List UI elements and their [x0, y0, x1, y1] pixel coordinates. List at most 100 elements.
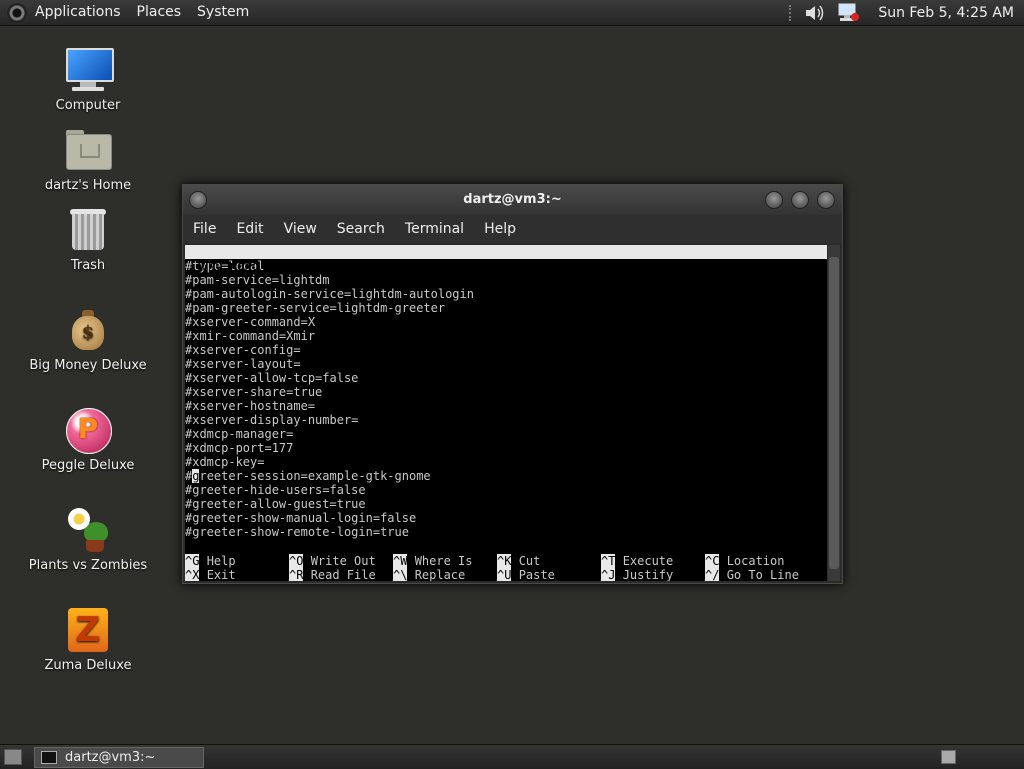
desktop-icon-home[interactable]: dartz's Home	[28, 126, 148, 193]
plants-vs-zombies-icon	[64, 506, 112, 554]
terminal-menubar: File Edit View Search Terminal Help	[183, 215, 842, 243]
close-button[interactable]	[817, 191, 835, 209]
config-line[interactable]: #greeter-show-manual-login=false	[185, 511, 827, 525]
shortcut-label: Help	[206, 554, 236, 568]
terminal-scrollbar[interactable]	[828, 245, 840, 581]
nano-filename: /etc/lightdm/lightdm.conf	[418, 273, 599, 287]
shortcut-key: ^K	[497, 554, 512, 568]
menu-search[interactable]: Search	[327, 221, 395, 237]
config-line[interactable]: #xserver-hostname=	[185, 399, 827, 413]
top-panel-tray: Sun Feb 5, 4:25 AM	[789, 2, 1024, 24]
desktop-icon-plants-vs-zombies[interactable]: Plants vs Zombies	[28, 506, 148, 573]
nano-editor-body[interactable]: #type=local#pam-service=lightdm#pam-auto…	[185, 259, 827, 539]
config-line[interactable]: #xserver-config=	[185, 343, 827, 357]
shortcut-label: Justify	[622, 568, 674, 581]
shortcut-item: ^K Cut	[497, 554, 540, 568]
shortcut-row: ^G Help ^O Write Out ^W Where Is ^K Cut ^T E…	[185, 554, 827, 568]
panel-separator	[789, 4, 794, 21]
nano-version: GNU nano 7.2	[201, 259, 288, 273]
shortcut-item: ^T Execute	[601, 554, 673, 568]
menu-file[interactable]: File	[183, 221, 226, 237]
shortcut-item: ^G Help	[185, 554, 236, 568]
shortcut-label: Paste	[518, 568, 555, 581]
desktop-icon-peggle-deluxe[interactable]: P Peggle Deluxe	[28, 406, 148, 473]
desktop-icon-label: dartz's Home	[44, 178, 132, 193]
scrollbar-thumb[interactable]	[829, 257, 839, 569]
shortcut-label: Exit	[206, 568, 236, 581]
taskbar-button-label: dartz@vm3:~	[65, 750, 156, 765]
menu-terminal[interactable]: Terminal	[395, 221, 474, 237]
shortcut-item: ^X Exit	[185, 568, 236, 581]
menu-help[interactable]: Help	[474, 221, 526, 237]
shortcut-key: ^T	[601, 554, 616, 568]
peggle-icon: P	[64, 406, 112, 454]
config-line[interactable]: #xserver-display-number=	[185, 413, 827, 427]
shortcut-key: ^/	[705, 568, 720, 581]
terminal-window[interactable]: dartz@vm3:~ File Edit View Search Termin…	[182, 184, 843, 584]
config-line[interactable]: #xserver-allow-tcp=false	[185, 371, 827, 385]
config-line[interactable]: #greeter-session=example-gtk-gnome	[185, 469, 827, 483]
taskbar-terminal-button[interactable]: dartz@vm3:~	[34, 747, 204, 768]
window-menu-button[interactable]	[189, 191, 207, 209]
desktop-icon-label: Computer	[55, 98, 121, 113]
terminal-titlebar[interactable]: dartz@vm3:~	[183, 185, 842, 215]
menu-applications[interactable]: Applications	[27, 0, 129, 25]
shortcut-key: ^W	[393, 554, 408, 568]
clock[interactable]: Sun Feb 5, 4:25 AM	[878, 5, 1014, 21]
menu-system[interactable]: System	[189, 0, 257, 25]
shortcut-item: ^O Write Out	[289, 554, 376, 568]
shortcut-label: Cut	[518, 554, 541, 568]
nano-shortcut-bar: ^G Help ^O Write Out ^W Where Is ^K Cut ^T E…	[185, 554, 827, 581]
network-icon[interactable]	[836, 2, 860, 24]
config-line[interactable]: #xserver-command=X	[185, 315, 827, 329]
desktop-icon-label: Trash	[70, 258, 106, 273]
computer-icon	[64, 46, 114, 94]
config-line[interactable]: #greeter-allow-guest=true	[185, 497, 827, 511]
show-desktop-icon[interactable]	[4, 749, 22, 765]
config-line[interactable]: #xserver-layout=	[185, 357, 827, 371]
shortcut-label: Go To Line	[726, 568, 799, 581]
desktop-icon-trash[interactable]: Trash	[28, 206, 148, 273]
config-line[interactable]: #xdmcp-port=177	[185, 441, 827, 455]
shortcut-key: ^C	[705, 554, 720, 568]
desktop-icon-zuma-deluxe[interactable]: Z Zuma Deluxe	[28, 606, 148, 673]
config-line[interactable]: #xdmcp-key=	[185, 455, 827, 469]
menu-edit[interactable]: Edit	[226, 221, 273, 237]
shortcut-label: Where Is	[414, 554, 473, 568]
zuma-icon: Z	[64, 606, 112, 654]
money-bag-icon: $	[64, 306, 112, 354]
minimize-button[interactable]	[765, 191, 783, 209]
menu-places[interactable]: Places	[129, 0, 190, 25]
home-folder-icon	[64, 126, 112, 174]
shortcut-key: ^\	[393, 568, 408, 581]
shortcut-key: ^J	[601, 568, 616, 581]
shortcut-row: ^X Exit ^R Read File ^\ Replace ^U Paste ^J …	[185, 568, 827, 581]
config-line[interactable]: #greeter-hide-users=false	[185, 483, 827, 497]
shortcut-label: Execute	[622, 554, 674, 568]
shortcut-item: ^R Read File	[289, 568, 376, 581]
config-line[interactable]: #xdmcp-manager=	[185, 427, 827, 441]
maximize-button[interactable]	[791, 191, 809, 209]
menu-view[interactable]: View	[274, 221, 327, 237]
shortcut-label: Read File	[310, 568, 376, 581]
shortcut-key: ^O	[289, 554, 304, 568]
config-line[interactable]: #pam-autologin-service=lightdm-autologin	[185, 287, 827, 301]
volume-icon[interactable]	[804, 3, 826, 23]
desktop-icon-label: Zuma Deluxe	[44, 658, 132, 673]
config-line[interactable]: #xmir-command=Xmir	[185, 329, 827, 343]
desktop-icon-big-money-deluxe[interactable]: $ Big Money Deluxe	[28, 306, 148, 373]
terminal-icon	[41, 751, 57, 764]
workspace-switcher[interactable]	[941, 750, 956, 764]
nano-header: GNU nano 7.2 /etc/lightdm/lightdm.conf	[185, 245, 827, 287]
shortcut-label: Location	[726, 554, 785, 568]
config-line[interactable]: #greeter-show-remote-login=true	[185, 525, 827, 539]
desktop-icon-computer[interactable]: Computer	[28, 46, 148, 113]
trash-icon	[64, 206, 112, 254]
bottom-panel: dartz@vm3:~	[0, 744, 1024, 769]
config-line[interactable]: #pam-greeter-service=lightdm-greeter	[185, 301, 827, 315]
terminal-screen[interactable]: GNU nano 7.2 /etc/lightdm/lightdm.conf #…	[185, 245, 827, 581]
system-logo-icon[interactable]	[7, 2, 27, 23]
shortcut-item: ^J Justify	[601, 568, 673, 581]
config-line[interactable]: #xserver-share=true	[185, 385, 827, 399]
shortcut-key: ^R	[289, 568, 304, 581]
